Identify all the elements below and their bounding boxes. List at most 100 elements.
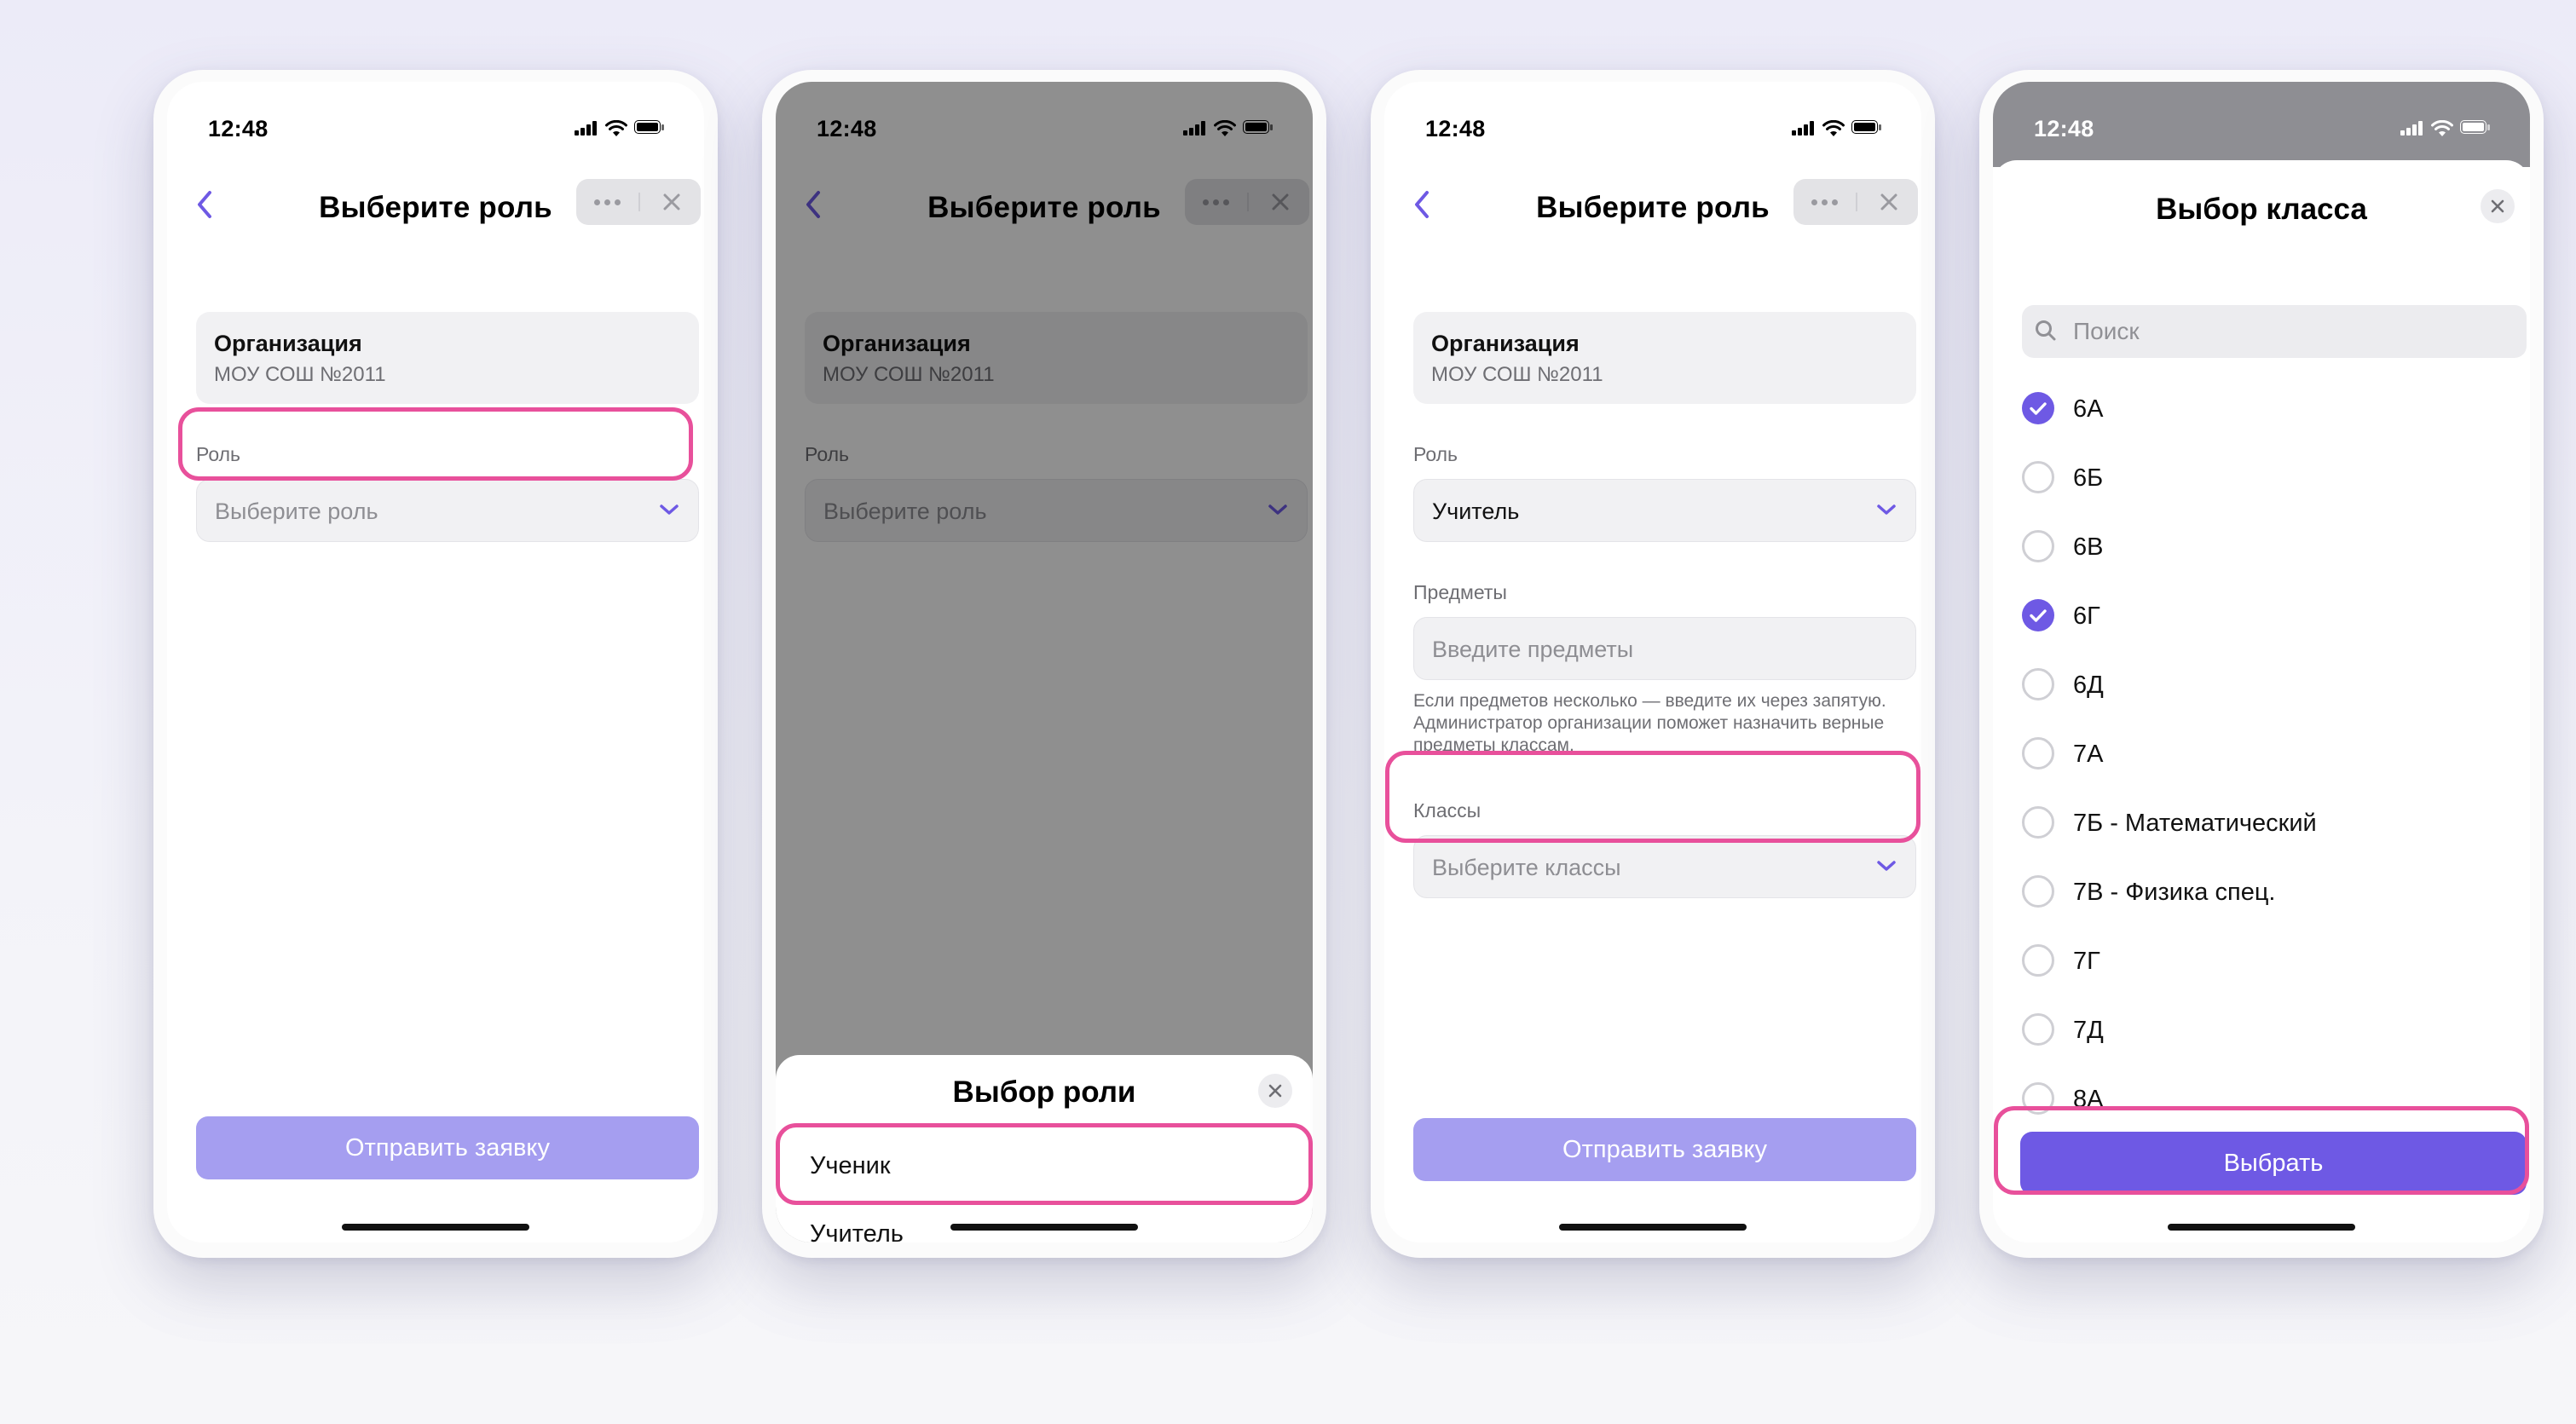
class-list-item[interactable]: 6А [1993, 373, 2530, 442]
organization-value: МОУ СОШ №2011 [1431, 363, 1603, 386]
subjects-hint: Если предметов несколько — введите их че… [1413, 691, 1886, 755]
close-icon[interactable] [2481, 189, 2515, 223]
checkbox-checked[interactable] [2022, 599, 2054, 631]
wifi-icon [2431, 119, 2453, 136]
battery-icon [634, 120, 665, 135]
more-dots-icon[interactable] [1793, 179, 1856, 225]
checkmark-icon [2030, 402, 2047, 415]
sheet-title: Выбор класса [2156, 193, 2367, 226]
class-label: 6Б [2073, 464, 2104, 492]
status-icons [2400, 119, 2496, 137]
phone-role-empty: 12:48 Выберите роль Организация МОУ СОШ … [153, 70, 718, 1258]
class-label: 7В - Физика спец. [2073, 879, 2276, 906]
screen: 12:48 Выберите роль Организация МОУ СОШ … [1384, 82, 1921, 1242]
phone-class-selection: 12:48 Выбор класса 6А 6Б 6В 6Г 6Д 7А 7Б - Мате… [1979, 70, 2544, 1258]
checkbox-unchecked[interactable] [2022, 530, 2054, 562]
screen: 12:48 Выберите роль Организация МОУ СОШ … [167, 82, 704, 1242]
class-list-item[interactable]: 7Д [1993, 994, 2530, 1064]
close-icon[interactable] [1258, 1074, 1292, 1108]
search-input[interactable] [2022, 305, 2527, 358]
select-button[interactable]: Выбрать [2020, 1132, 2527, 1195]
screen: 12:48 Выберите роль Организация МОУ СОШ … [776, 82, 1313, 1242]
class-label: 7А [2073, 741, 2104, 768]
battery-icon [1851, 120, 1882, 135]
chevron-down-icon [1876, 503, 1897, 516]
class-label: 8А [2073, 1086, 2104, 1113]
class-label: 6Д [2073, 672, 2104, 699]
role-select[interactable]: Выберите роль [196, 479, 699, 542]
organization-value: МОУ СОШ №2011 [214, 363, 386, 386]
nav-bar: Выберите роль [1384, 167, 1921, 252]
signal-icon [575, 120, 598, 135]
option-label: Учитель [810, 1220, 904, 1242]
signal-icon [2400, 120, 2424, 135]
class-list-item[interactable]: 6Б [1993, 442, 2530, 511]
checkbox-unchecked[interactable] [2022, 1013, 2054, 1046]
class-list-item[interactable]: 7А [1993, 718, 2530, 787]
class-list-item[interactable]: 6Г [1993, 580, 2530, 649]
status-time: 12:48 [1425, 116, 1486, 141]
checkbox-unchecked[interactable] [2022, 944, 2054, 977]
class-label: 6В [2073, 533, 2104, 561]
subjects-input-placeholder: Введите предметы [1432, 637, 1634, 662]
close-icon[interactable] [643, 179, 701, 225]
subjects-input[interactable]: Введите предметы [1413, 617, 1916, 680]
capsule-divider [638, 193, 640, 211]
class-label: 6Г [2073, 602, 2100, 630]
class-list-item[interactable]: 8А [1993, 1064, 2530, 1133]
chevron-down-icon [1876, 859, 1897, 873]
role-option-teacher[interactable]: Учитель [776, 1200, 1313, 1242]
class-list-item[interactable]: 6В [1993, 511, 2530, 580]
battery-icon [2460, 120, 2491, 135]
status-time: 12:48 [2034, 116, 2094, 141]
signal-icon [1792, 120, 1816, 135]
organization-card: Организация МОУ СОШ №2011 [1413, 312, 1916, 404]
phone-teacher-form: 12:48 Выберите роль Организация МОУ СОШ … [1371, 70, 1935, 1258]
home-indicator [342, 1224, 529, 1231]
checkbox-unchecked[interactable] [2022, 461, 2054, 493]
class-list: 6А 6Б 6В 6Г 6Д 7А 7Б - Математический 7В - Физи… [1993, 373, 2530, 1181]
role-select-placeholder: Выберите роль [215, 499, 378, 524]
checkbox-checked[interactable] [2022, 392, 2054, 424]
classes-label: Классы [1413, 799, 1481, 822]
role-option-student[interactable]: Ученик [776, 1132, 1313, 1200]
capsule-divider [1856, 193, 1857, 211]
role-label: Роль [196, 443, 241, 465]
role-select-value: Учитель [1432, 499, 1520, 524]
role-select[interactable]: Учитель [1413, 479, 1916, 542]
option-label: Ученик [810, 1152, 891, 1179]
class-label: 6А [2073, 395, 2104, 423]
class-label: 7Д [2073, 1017, 2104, 1044]
checkbox-unchecked[interactable] [2022, 875, 2054, 908]
class-list-item[interactable]: 7Г [1993, 925, 2530, 994]
organization-label: Организация [214, 331, 362, 356]
status-icons [1792, 119, 1887, 137]
submit-request-button[interactable]: Отправить заявку [1413, 1118, 1916, 1181]
home-indicator [2168, 1224, 2355, 1231]
wifi-icon [605, 119, 627, 136]
class-list-item[interactable]: 7Б - Математический [1993, 787, 2530, 856]
status-icons [575, 119, 670, 137]
close-icon[interactable] [1860, 179, 1918, 225]
more-dots-icon[interactable] [576, 179, 638, 225]
class-list-item[interactable]: 7В - Физика спец. [1993, 856, 2530, 925]
chevron-down-icon [659, 503, 679, 516]
home-indicator [1559, 1224, 1747, 1231]
class-label: 7Б - Математический [2073, 810, 2317, 837]
mini-app-capsule [576, 179, 701, 225]
nav-bar: Выберите роль [167, 167, 704, 252]
role-bottom-sheet: Выбор роли Ученик Учитель [776, 1055, 1313, 1242]
screen: 12:48 Выбор класса 6А 6Б 6В 6Г 6Д 7А 7Б - Мате… [1993, 82, 2530, 1242]
checkbox-unchecked[interactable] [2022, 806, 2054, 839]
mini-app-capsule [1793, 179, 1918, 225]
classes-select[interactable]: Выберите классы [1413, 835, 1916, 898]
class-label: 7Г [2073, 948, 2100, 975]
class-list-item[interactable]: 6Д [1993, 649, 2530, 718]
submit-request-button[interactable]: Отправить заявку [196, 1116, 699, 1179]
checkbox-unchecked[interactable] [2022, 668, 2054, 700]
checkbox-unchecked[interactable] [2022, 1082, 2054, 1115]
organization-label: Организация [1431, 331, 1580, 356]
checkbox-unchecked[interactable] [2022, 737, 2054, 770]
phone-role-sheet: 12:48 Выберите роль Организация МОУ СОШ … [762, 70, 1326, 1258]
wifi-icon [1822, 119, 1845, 136]
